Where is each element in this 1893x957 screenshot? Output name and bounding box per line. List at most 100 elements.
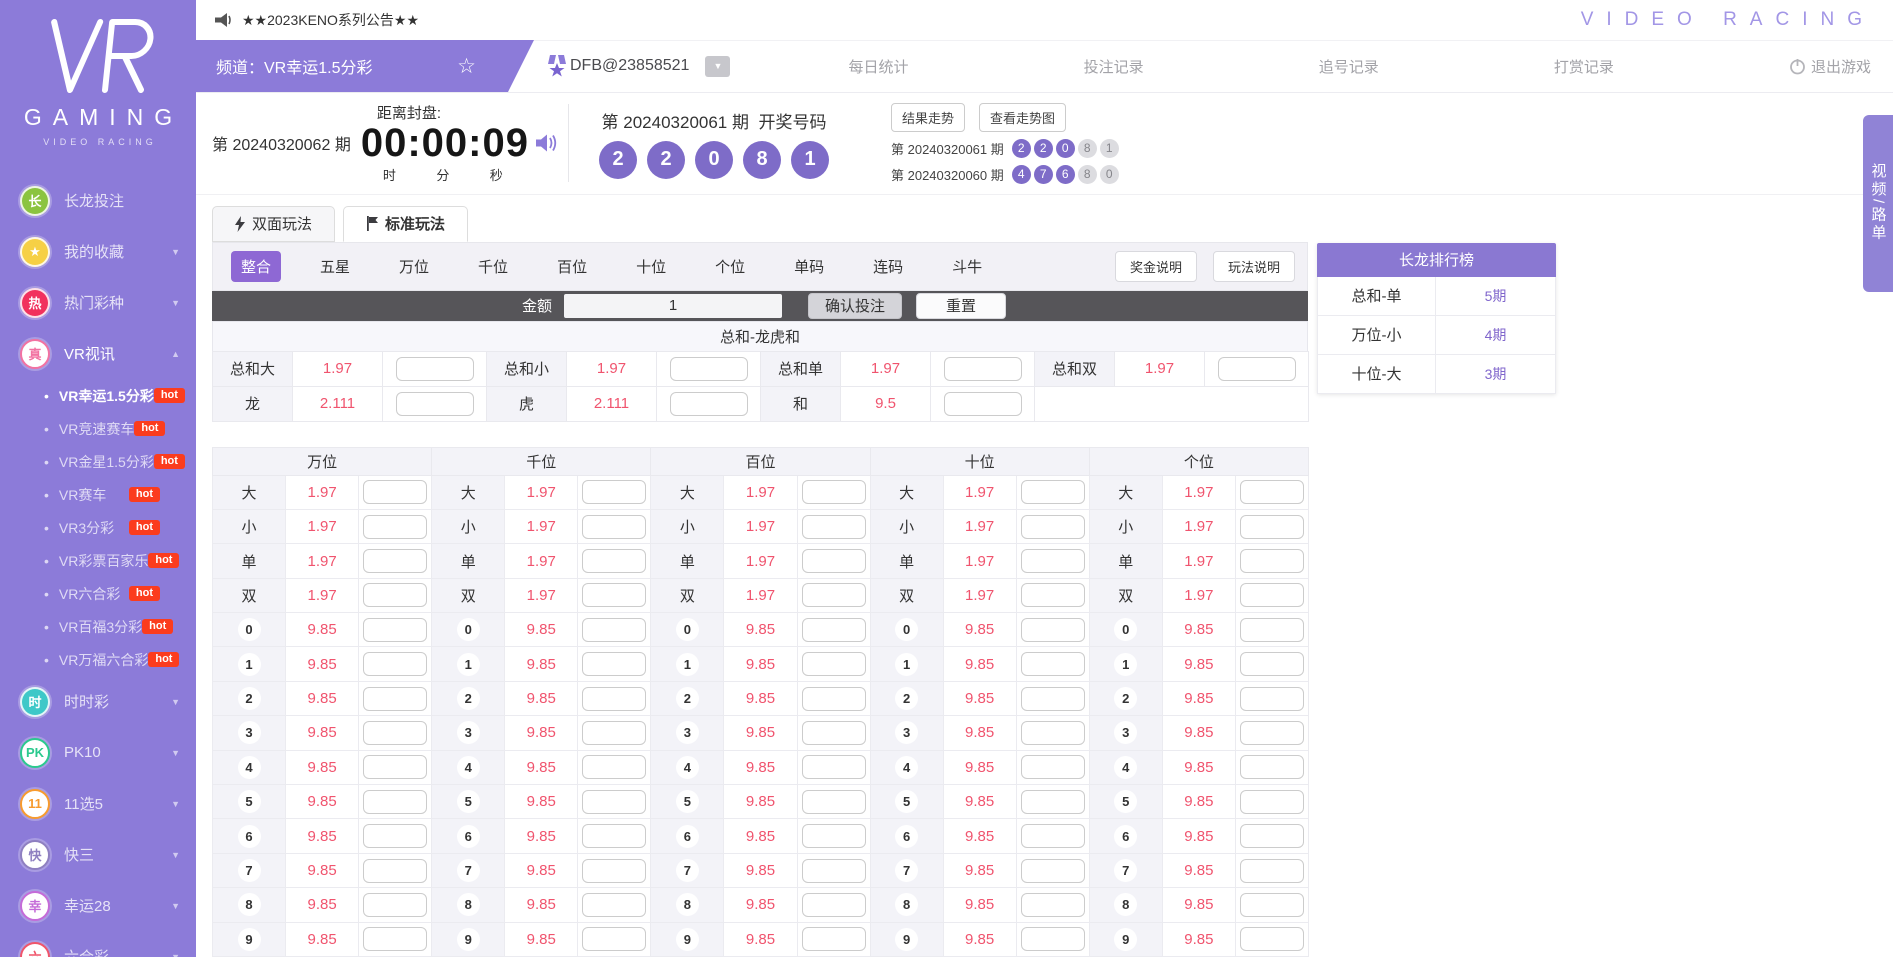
bet-odds[interactable]: 9.85 [286,613,359,647]
bet-odds[interactable]: 9.85 [943,716,1016,750]
bet-input[interactable] [1240,721,1304,745]
bet-odds[interactable]: 9.85 [286,681,359,715]
sidebar-subitem[interactable]: •VR3分彩hot [0,511,196,544]
bet-odds[interactable]: 1.97 [505,475,578,509]
bet-odds[interactable]: 9.85 [505,647,578,681]
bet-odds[interactable]: 1.97 [505,544,578,578]
tab-双面玩法[interactable]: 双面玩法 [212,206,335,242]
bet-odds[interactable]: 9.5 [841,386,931,421]
bet-odds[interactable]: 1.97 [724,578,797,612]
bet-odds[interactable]: 9.85 [286,750,359,784]
bet-input[interactable] [1240,549,1304,573]
bet-input[interactable] [944,357,1022,381]
bet-input[interactable] [802,687,866,711]
bet-input[interactable] [802,515,866,539]
bet-input[interactable] [582,618,646,642]
bet-input[interactable] [363,721,427,745]
favorite-star-icon[interactable]: ☆ [457,54,476,79]
help-button[interactable]: 玩法说明 [1213,251,1295,282]
bet-input[interactable] [582,721,646,745]
bet-input[interactable] [670,392,748,416]
bet-input[interactable] [1021,515,1085,539]
bet-odds[interactable]: 9.85 [286,785,359,819]
sidebar-item[interactable]: 1111选5▼ [0,778,196,829]
confirm-bet-button[interactable]: 确认投注 [808,293,902,319]
sidebar-item[interactable]: 快快三▼ [0,829,196,880]
bet-input[interactable] [582,687,646,711]
bet-input[interactable] [363,859,427,883]
trend-button[interactable]: 查看走势图 [979,103,1066,132]
bet-input[interactable] [363,652,427,676]
bet-odds[interactable]: 9.85 [1162,716,1235,750]
bet-odds[interactable]: 9.85 [1162,888,1235,922]
bet-odds[interactable]: 9.85 [943,888,1016,922]
sidebar-subitem[interactable]: •VR万福六合彩hot [0,643,196,676]
user-dropdown-button[interactable]: ▼ [705,56,730,77]
bet-input[interactable] [802,618,866,642]
bet-odds[interactable]: 9.85 [505,819,578,853]
sidebar-subitem[interactable]: •VR幸运1.5分彩hot [0,379,196,412]
bet-input[interactable] [1021,927,1085,951]
bet-input[interactable] [1021,790,1085,814]
bet-input[interactable] [802,824,866,848]
bet-odds[interactable]: 9.85 [286,716,359,750]
trend-button[interactable]: 结果走势 [891,103,965,132]
bet-input[interactable] [944,392,1022,416]
reset-button[interactable]: 重置 [916,293,1006,319]
bet-input[interactable] [363,790,427,814]
nav-item[interactable]: 追号记录 [1319,56,1379,77]
bet-input[interactable] [363,618,427,642]
bet-input[interactable] [802,755,866,779]
bet-input[interactable] [802,583,866,607]
bet-input[interactable] [1240,480,1304,504]
bet-odds[interactable]: 1.97 [943,544,1016,578]
nav-item[interactable]: 投注记录 [1084,56,1144,77]
sidebar-subitem[interactable]: •VR百福3分彩hot [0,610,196,643]
bet-input[interactable] [1240,755,1304,779]
bet-input[interactable] [396,357,474,381]
bet-input[interactable] [363,893,427,917]
subtab[interactable]: 斗牛 [942,251,992,282]
subtab[interactable]: 连码 [863,251,913,282]
sidebar-item[interactable]: 真VR视讯▲ [0,328,196,379]
bet-odds[interactable]: 9.85 [286,888,359,922]
bet-input[interactable] [1240,790,1304,814]
bet-odds[interactable]: 9.85 [724,819,797,853]
bet-input[interactable] [1240,583,1304,607]
sidebar-item[interactable]: 六六合彩▼ [0,931,196,957]
bet-input[interactable] [802,893,866,917]
bet-input[interactable] [802,480,866,504]
sidebar-subitem[interactable]: •VR赛车hot [0,478,196,511]
sidebar-subitem[interactable]: •VR金星1.5分彩hot [0,445,196,478]
bet-odds[interactable]: 1.97 [286,475,359,509]
bet-input[interactable] [1240,824,1304,848]
subtab[interactable]: 十位 [626,251,676,282]
sidebar-item[interactable]: 时时时彩▼ [0,676,196,727]
bet-input[interactable] [1021,652,1085,676]
bet-odds[interactable]: 9.85 [1162,922,1235,956]
amount-input[interactable] [564,294,782,318]
sidebar-subitem[interactable]: •VR彩票百家乐hot [0,544,196,577]
bet-odds[interactable]: 9.85 [505,888,578,922]
bet-input[interactable] [363,927,427,951]
subtab[interactable]: 百位 [547,251,597,282]
bet-odds[interactable]: 9.85 [286,853,359,887]
subtab[interactable]: 个位 [705,251,755,282]
subtab[interactable]: 单码 [784,251,834,282]
bet-input[interactable] [582,480,646,504]
bet-input[interactable] [1021,893,1085,917]
bet-odds[interactable]: 2.111 [567,386,657,421]
tab-标准玩法[interactable]: 标准玩法 [343,206,468,242]
bet-input[interactable] [363,755,427,779]
bet-odds[interactable]: 9.85 [1162,750,1235,784]
bet-input[interactable] [363,549,427,573]
bet-input[interactable] [582,790,646,814]
bet-input[interactable] [1240,687,1304,711]
bet-odds[interactable]: 9.85 [943,613,1016,647]
bet-input[interactable] [1240,652,1304,676]
bet-odds[interactable]: 9.85 [943,681,1016,715]
bet-input[interactable] [363,824,427,848]
bet-input[interactable] [1021,549,1085,573]
bet-odds[interactable]: 1.97 [1115,351,1205,386]
bet-odds[interactable]: 9.85 [286,647,359,681]
